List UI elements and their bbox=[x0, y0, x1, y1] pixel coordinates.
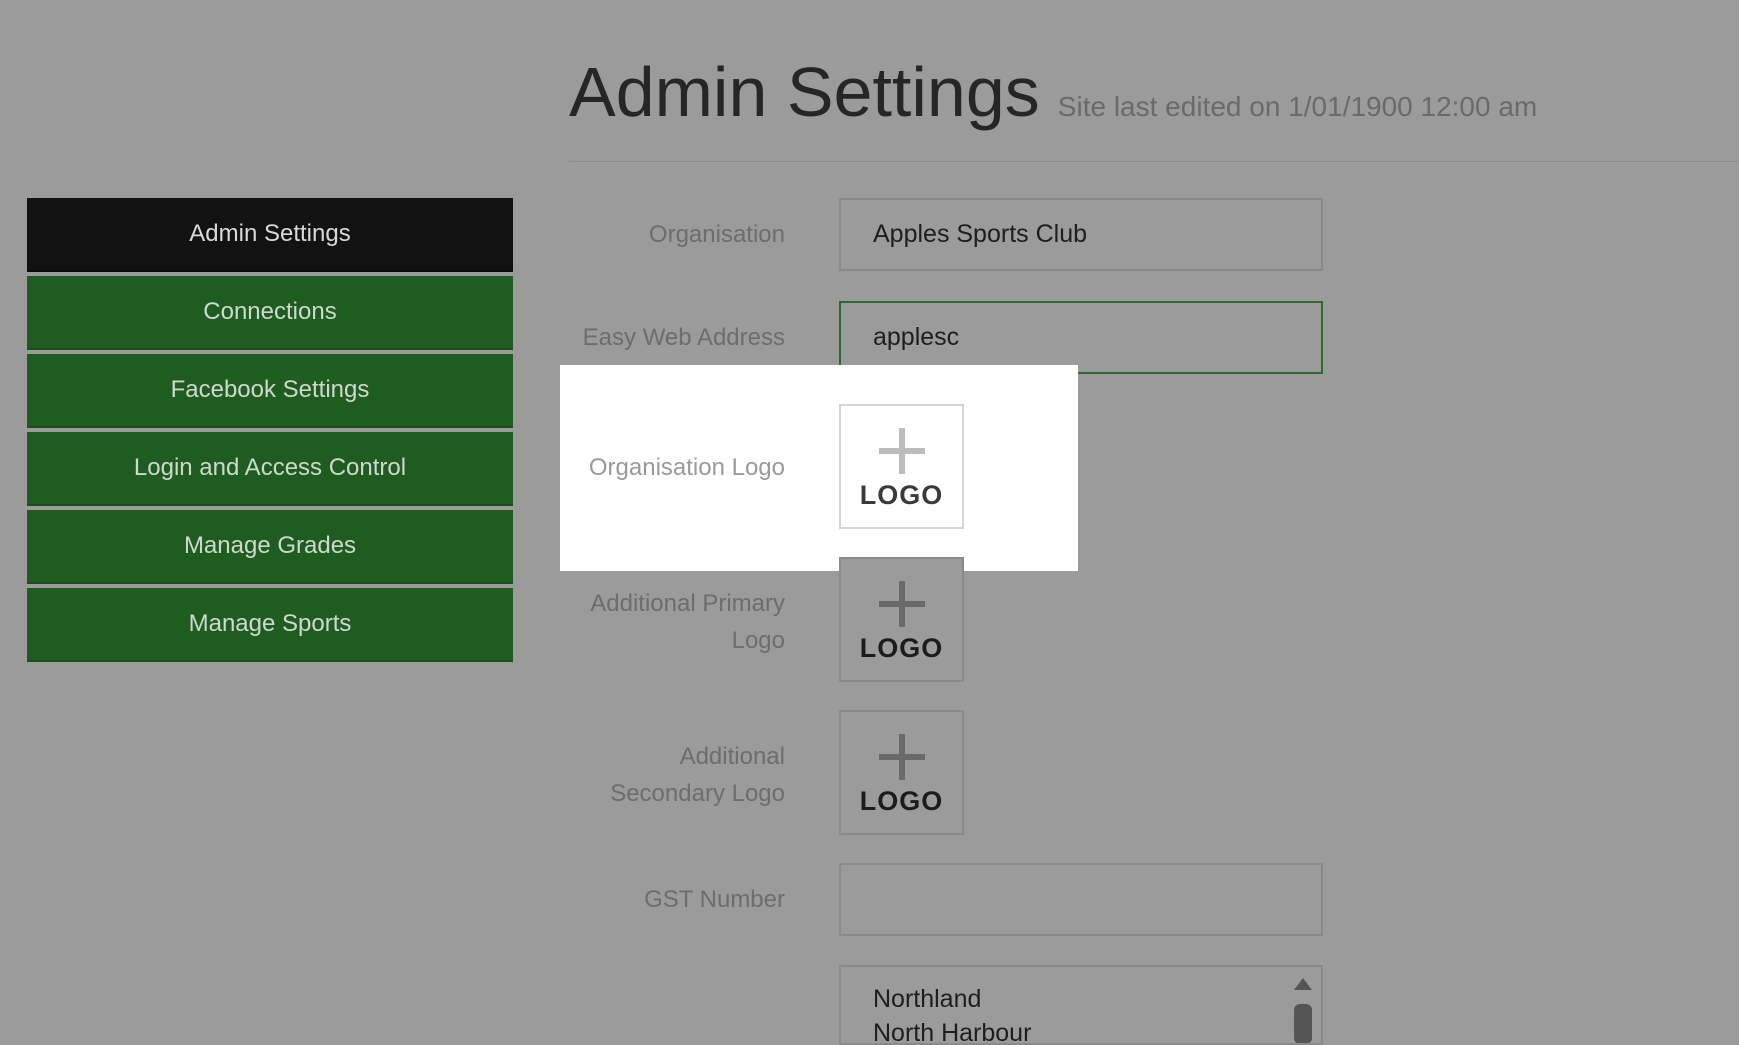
sidebar-item-manage-grades[interactable]: Manage Grades bbox=[27, 510, 513, 584]
gst-row: GST Number bbox=[560, 863, 1739, 939]
organisation-logo-upload[interactable]: LOGO bbox=[839, 404, 964, 529]
primary-logo-label: Additional Primary Logo bbox=[590, 590, 785, 654]
list-item[interactable]: Northland bbox=[841, 982, 1321, 1016]
page-header: Admin Settings Site last edited on 1/01/… bbox=[569, 52, 1537, 132]
gst-input[interactable] bbox=[839, 863, 1323, 936]
primary-logo-row: Additional Primary Logo LOGO bbox=[560, 557, 1739, 687]
header-divider bbox=[569, 161, 1739, 162]
organisation-label: Organisation bbox=[648, 221, 785, 248]
plus-icon bbox=[879, 428, 925, 474]
organisation-row: Organisation bbox=[560, 198, 1739, 274]
sidebar-item-admin-settings[interactable]: Admin Settings bbox=[27, 198, 513, 272]
primary-logo-upload[interactable]: LOGO bbox=[839, 557, 964, 682]
list-item[interactable]: North Harbour bbox=[841, 1016, 1321, 1043]
secondary-logo-row: Additional Secondary Logo LOGO bbox=[560, 710, 1739, 840]
gst-label: GST Number bbox=[644, 886, 785, 913]
logo-placeholder-text: LOGO bbox=[859, 633, 944, 663]
logo-placeholder-text: LOGO bbox=[859, 786, 944, 816]
scroll-up-icon[interactable] bbox=[1294, 978, 1312, 990]
organisation-input[interactable] bbox=[839, 198, 1323, 271]
scrollbar-thumb[interactable] bbox=[1294, 1004, 1312, 1043]
secondary-logo-upload[interactable]: LOGO bbox=[839, 710, 964, 835]
page-title: Admin Settings bbox=[569, 53, 1040, 131]
sidebar-item-login-access-control[interactable]: Login and Access Control bbox=[27, 432, 513, 506]
logo-placeholder-text: LOGO bbox=[859, 480, 944, 510]
secondary-logo-label: Additional Secondary Logo bbox=[610, 743, 785, 807]
web-address-label: Easy Web Address bbox=[582, 324, 785, 351]
plus-icon bbox=[879, 734, 925, 780]
organisation-logo-highlight: Organisation Logo LOGO bbox=[560, 365, 1078, 571]
sidebar-nav: Admin Settings Connections Facebook Sett… bbox=[27, 198, 513, 666]
region-select-list[interactable]: Northland North Harbour bbox=[839, 965, 1323, 1045]
web-address-input[interactable] bbox=[839, 301, 1323, 374]
last-edited-subtitle: Site last edited on 1/01/1900 12:00 am bbox=[1057, 91, 1538, 122]
plus-icon bbox=[879, 581, 925, 627]
organisation-logo-label: Organisation Logo bbox=[588, 454, 785, 481]
sidebar-item-facebook-settings[interactable]: Facebook Settings bbox=[27, 354, 513, 428]
sidebar-item-connections[interactable]: Connections bbox=[27, 276, 513, 350]
sidebar-item-manage-sports[interactable]: Manage Sports bbox=[27, 588, 513, 662]
